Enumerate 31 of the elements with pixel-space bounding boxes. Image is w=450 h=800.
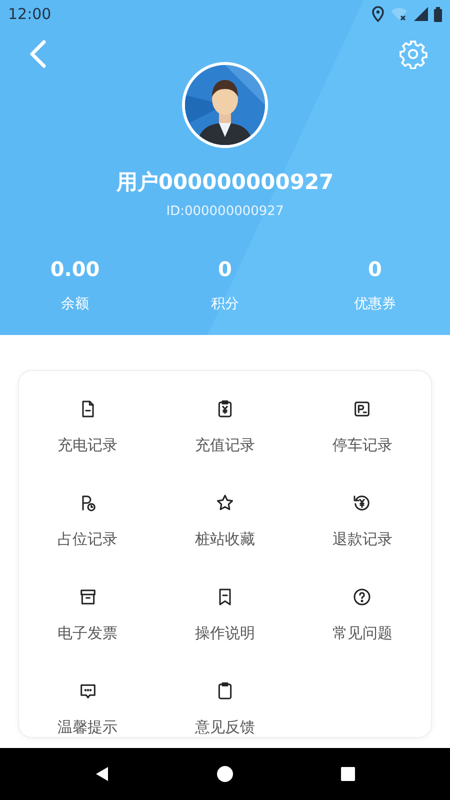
- stat-value: 0: [218, 257, 232, 281]
- menu-item[interactable]: 常见问题: [294, 587, 431, 643]
- star-icon: [214, 493, 235, 513]
- menu-item[interactable]: 电子发票: [19, 587, 156, 643]
- stat-label: 积分: [211, 295, 239, 313]
- wifi-off-icon: [390, 7, 408, 21]
- menu-item[interactable]: 退款记录: [294, 493, 431, 549]
- menu-item[interactable]: 意见反馈: [156, 681, 294, 737]
- stat-label: 余额: [61, 295, 89, 313]
- avatar[interactable]: [182, 62, 268, 148]
- archive-icon: [78, 587, 98, 607]
- menu-item[interactable]: 充电记录: [19, 399, 156, 455]
- home-icon[interactable]: [214, 764, 235, 784]
- menu-item[interactable]: 停车记录: [294, 399, 431, 455]
- status-time: 12:00: [8, 5, 52, 23]
- menu-item[interactable]: 占位记录: [19, 493, 156, 549]
- parking-icon: [352, 399, 372, 419]
- stat-label: 优惠券: [354, 295, 396, 313]
- user-id: ID:000000000927: [166, 204, 284, 219]
- stat-value: 0.00: [50, 257, 100, 281]
- stat-value: 0: [368, 257, 382, 281]
- menu-item[interactable]: 桩站收藏: [156, 493, 294, 549]
- location-icon: [372, 6, 384, 22]
- refund-icon: [352, 493, 372, 513]
- help-icon: [352, 587, 372, 607]
- menu-item[interactable]: 操作说明: [156, 587, 294, 643]
- menu-item[interactable]: 充值记录: [156, 399, 294, 455]
- menu-item[interactable]: 温馨提示: [19, 681, 156, 737]
- signal-icon: [414, 7, 428, 21]
- user-name: 用户000000000927: [116, 169, 334, 196]
- battery-icon: [434, 6, 442, 22]
